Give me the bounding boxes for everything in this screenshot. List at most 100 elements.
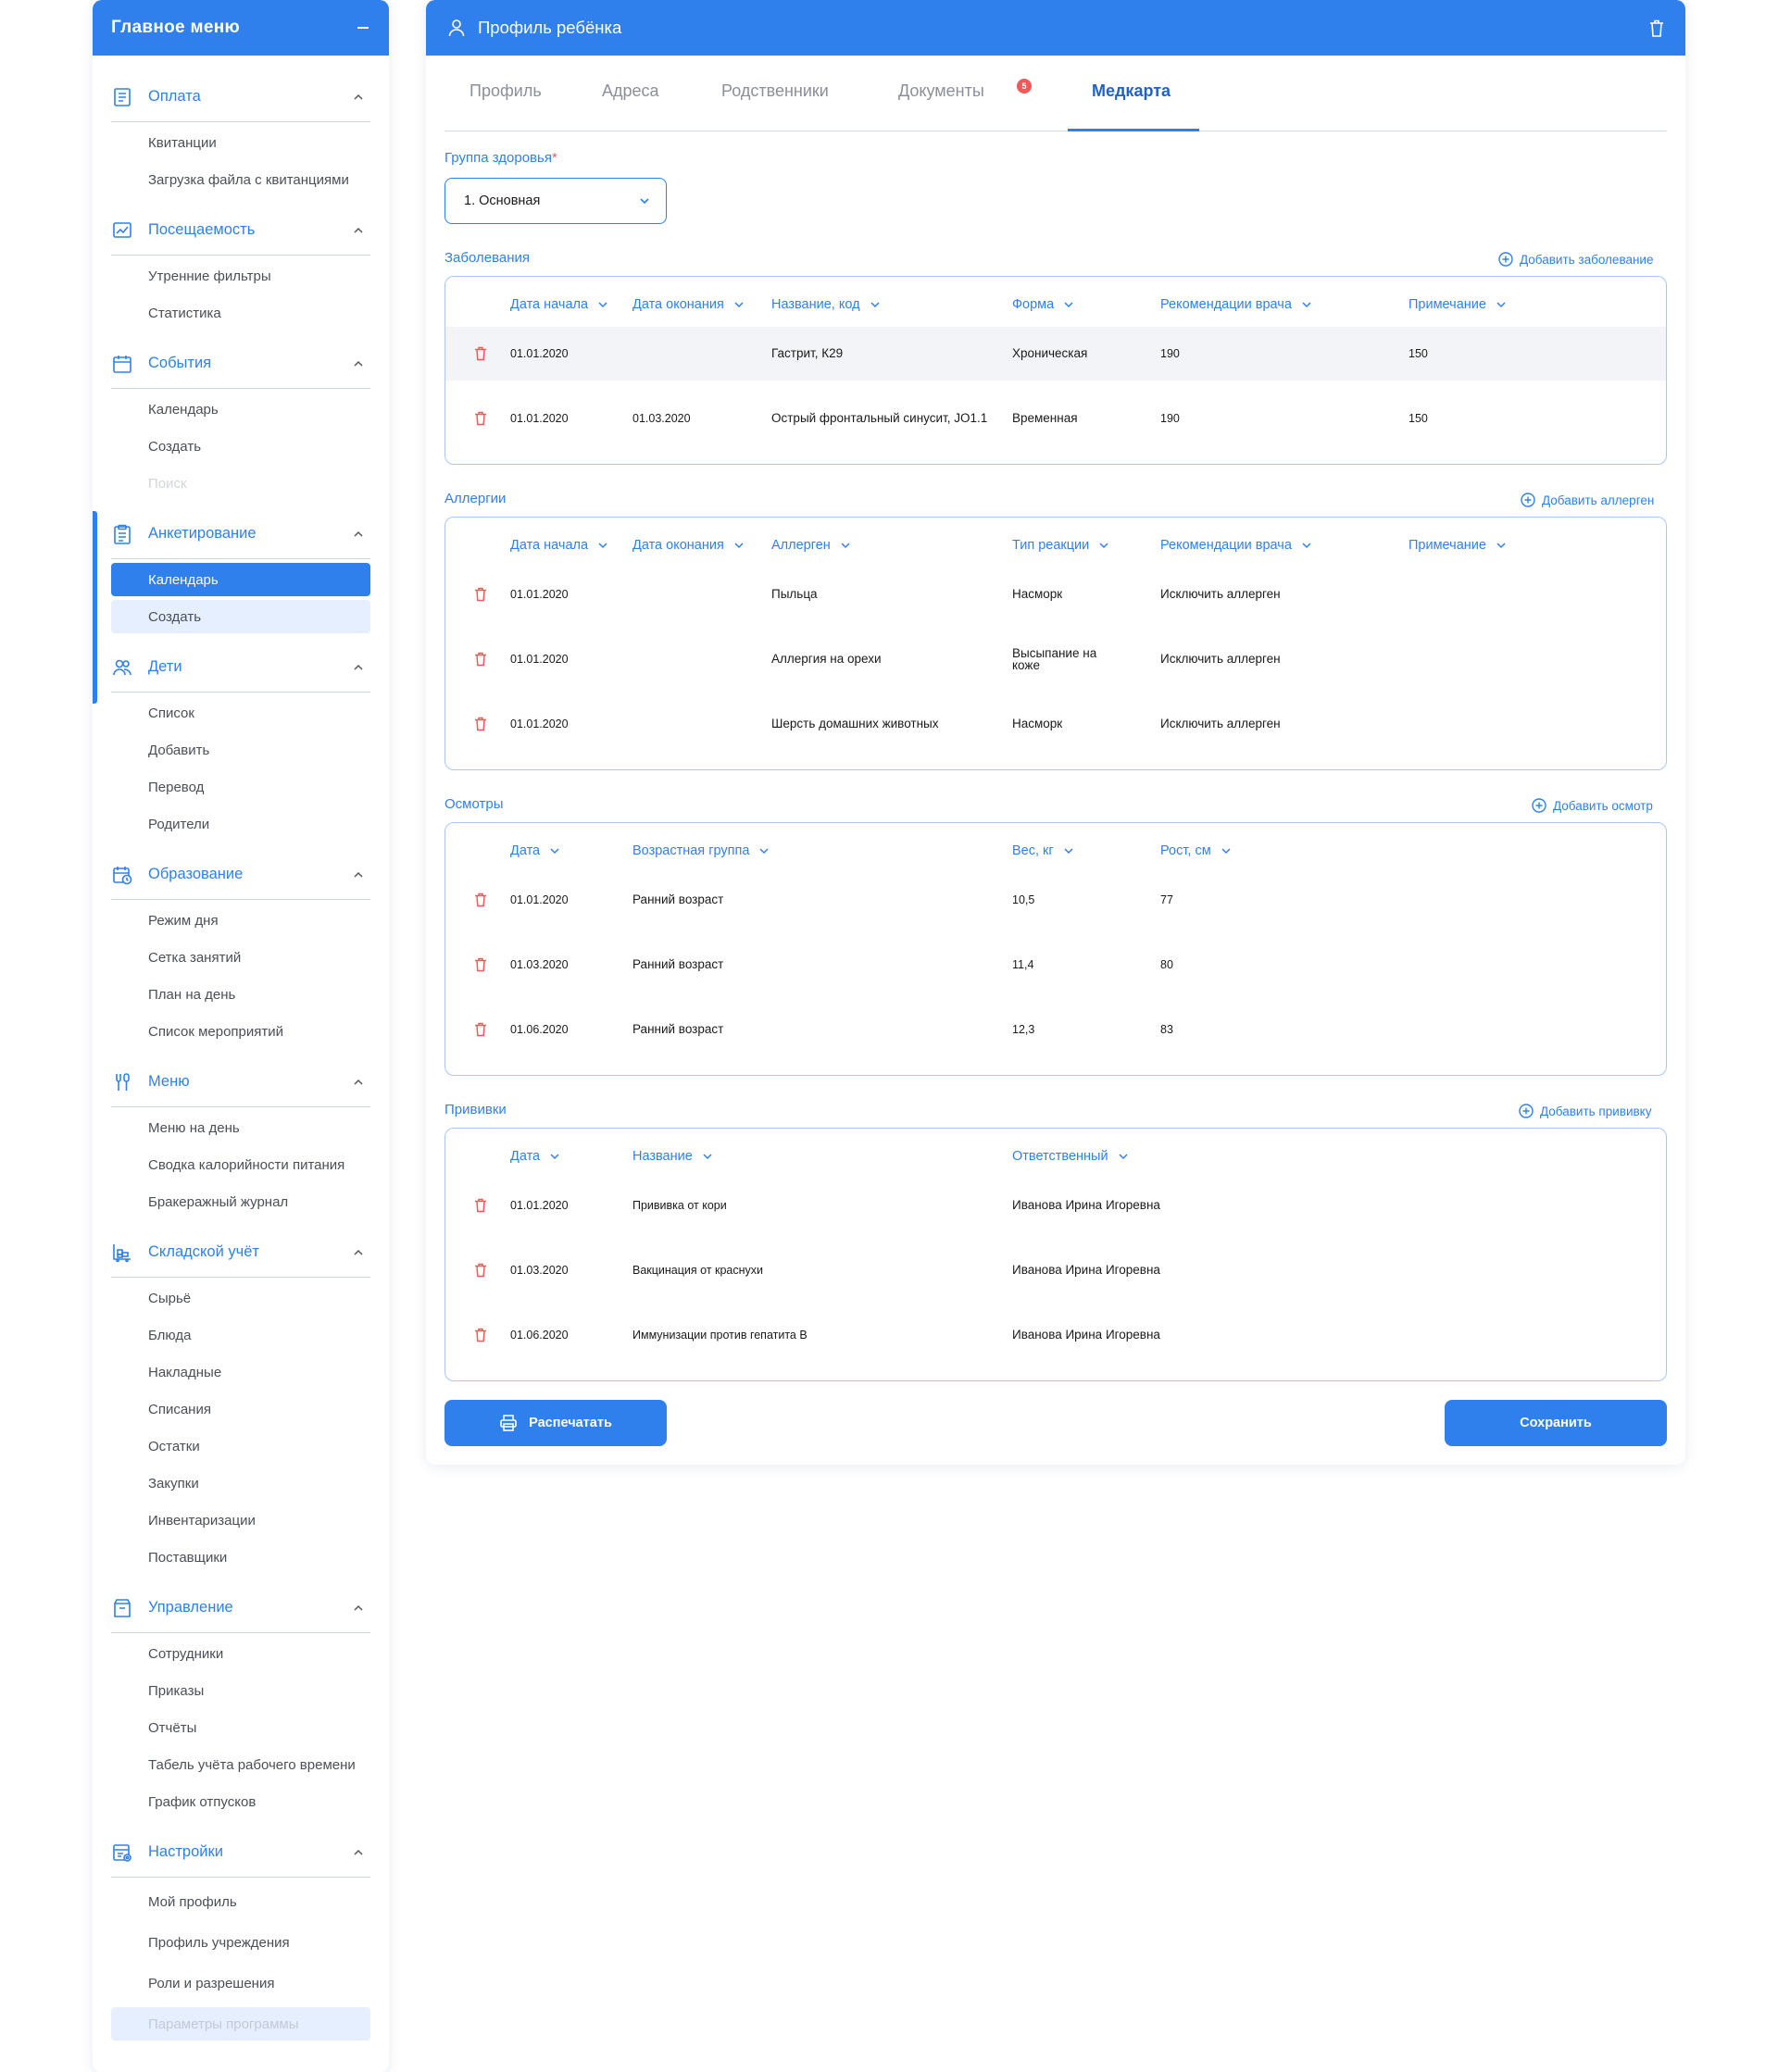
sidebar-item-purchases[interactable]: Закупки (111, 1467, 370, 1500)
column-header[interactable]: Дата начала (510, 297, 608, 312)
sidebar-section-label: Анкетирование (148, 525, 257, 542)
sidebar-item-invoices[interactable]: Накладные (111, 1355, 370, 1389)
add-disease-button[interactable]: Добавить заболевание (1498, 252, 1653, 267)
column-header[interactable]: Аллерген (771, 538, 851, 553)
tab-profile[interactable]: Профиль (470, 81, 542, 101)
delete-icon[interactable] (473, 345, 488, 362)
tab-documents[interactable]: Документы (898, 81, 984, 101)
delete-icon[interactable] (473, 1197, 488, 1214)
cell-age-group: Ранний возраст (632, 956, 724, 971)
delete-icon[interactable] (473, 410, 488, 427)
sidebar-item-timesheet[interactable]: Табель учёта рабочего времени (111, 1748, 370, 1781)
column-header[interactable]: Возрастная группа (632, 843, 770, 858)
cell-vaccine-name: Вакцинация от краснухи (632, 1263, 764, 1277)
tab-relatives[interactable]: Родственники (721, 81, 829, 101)
sidebar-item-daily-routine[interactable]: Режим дня (111, 904, 370, 937)
sidebar-item-rejection-log[interactable]: Бракеражный журнал (111, 1185, 370, 1218)
column-header[interactable]: Название, код (771, 297, 881, 312)
sidebar-item-children-list[interactable]: Список (111, 696, 370, 730)
sidebar-item-children-parents[interactable]: Родители (111, 807, 370, 841)
sidebar-section-menu[interactable]: Меню (111, 1057, 370, 1107)
sidebar-section-attendance[interactable]: Посещаемость (111, 206, 370, 256)
sidebar-item-reports[interactable]: Отчёты (111, 1711, 370, 1744)
sidebar-item-staff[interactable]: Сотрудники (111, 1637, 370, 1670)
sidebar-item-children-transfer[interactable]: Перевод (111, 770, 370, 804)
tab-bar: Профиль Адреса Родственники Документы 5 … (444, 56, 1667, 131)
tab-addresses[interactable]: Адреса (602, 81, 659, 101)
cell-start-date: 01.01.2020 (510, 717, 569, 730)
sidebar-item-dishes[interactable]: Блюда (111, 1318, 370, 1352)
column-header[interactable]: Дата оконания (632, 297, 745, 312)
column-header[interactable]: Рост, см (1160, 843, 1232, 858)
sidebar-item-vacation-schedule[interactable]: График отпусков (111, 1785, 370, 1818)
column-header[interactable]: Примечание (1409, 297, 1507, 312)
collapse-sidebar-button[interactable] (357, 27, 369, 29)
trash-icon[interactable] (1647, 18, 1667, 38)
sidebar-section-warehouse[interactable]: Складской учёт (111, 1228, 370, 1278)
sidebar-section-payment[interactable]: Оплата (111, 72, 370, 122)
delete-icon[interactable] (473, 1327, 488, 1343)
sidebar-item-suppliers[interactable]: Поставщики (111, 1541, 370, 1574)
add-allergen-button[interactable]: Добавить аллерген (1521, 493, 1654, 507)
sidebar-item-my-profile[interactable]: Мой профиль (111, 1885, 370, 1918)
sidebar-item-surveys-create[interactable]: Создать (111, 600, 370, 633)
sidebar-section-events[interactable]: События (111, 339, 370, 389)
sidebar-item-orders[interactable]: Приказы (111, 1674, 370, 1707)
column-header[interactable]: Дата (510, 843, 560, 858)
delete-icon[interactable] (473, 716, 488, 732)
add-exam-button[interactable]: Добавить осмотр (1532, 798, 1653, 813)
column-header[interactable]: Форма (1012, 297, 1074, 312)
sidebar-item-daily-plan[interactable]: План на день (111, 978, 370, 1011)
sidebar-item-class-grid[interactable]: Сетка занятий (111, 941, 370, 974)
sidebar-section-settings[interactable]: Настройки (111, 1828, 370, 1878)
save-button[interactable]: Сохранить (1445, 1400, 1667, 1446)
sidebar-item-upload-receipts[interactable]: Загрузка файла с квитанциями (111, 163, 370, 196)
receipt-icon (111, 86, 133, 108)
print-button[interactable]: Распечатать (444, 1400, 667, 1446)
delete-icon[interactable] (473, 1021, 488, 1038)
health-group-select[interactable]: 1. Основная (444, 178, 667, 224)
delete-icon[interactable] (473, 651, 488, 668)
column-header[interactable]: Вес, кг (1012, 843, 1074, 858)
column-header[interactable]: Название (632, 1149, 713, 1164)
sidebar-section-management[interactable]: Управление (111, 1583, 370, 1633)
delete-icon[interactable] (473, 892, 488, 908)
column-header[interactable]: Дата оконания (632, 538, 745, 553)
sidebar-item-write-offs[interactable]: Списания (111, 1392, 370, 1426)
sidebar-item-raw-materials[interactable]: Сырьё (111, 1281, 370, 1315)
sidebar-item-roles[interactable]: Роли и разрешения (111, 1966, 370, 2000)
sidebar-item-events-calendar[interactable]: Календарь (111, 393, 370, 426)
sidebar-item-events-create[interactable]: Создать (111, 430, 370, 463)
delete-icon[interactable] (473, 586, 488, 603)
sidebar-item-children-add[interactable]: Добавить (111, 733, 370, 767)
column-header[interactable]: Рекомендации врача (1160, 297, 1312, 312)
column-header[interactable]: Тип реакции (1012, 538, 1109, 553)
sidebar-item-morning-filters[interactable]: Утренние фильтры (111, 259, 370, 293)
cell-form: Временная (1012, 410, 1078, 425)
add-vaccine-button[interactable]: Добавить прививку (1519, 1104, 1651, 1118)
sidebar-item-daily-menu[interactable]: Меню на день (111, 1111, 370, 1144)
cell-note: 150 (1409, 346, 1428, 360)
sidebar-item-statistics[interactable]: Статистика (111, 296, 370, 330)
tab-medical-card[interactable]: Медкарта (1092, 81, 1171, 101)
chevron-down-icon (1496, 302, 1506, 308)
sidebar-item-stock[interactable]: Остатки (111, 1429, 370, 1463)
chevron-up-icon (354, 360, 363, 367)
sidebar-section-surveys[interactable]: Анкетирование (111, 509, 370, 559)
cell-start-date: 01.01.2020 (510, 652, 569, 666)
sidebar-item-calorie-summary[interactable]: Сводка калорийности питания (111, 1148, 370, 1181)
column-header[interactable]: Рекомендации врача (1160, 538, 1312, 553)
sidebar-section-children[interactable]: Дети (111, 643, 370, 693)
sidebar-item-surveys-calendar[interactable]: Календарь (111, 563, 370, 596)
sidebar-item-receipts[interactable]: Квитанции (111, 126, 370, 159)
sidebar-section-education[interactable]: Образование (111, 850, 370, 900)
delete-icon[interactable] (473, 956, 488, 973)
sidebar-item-event-list[interactable]: Список мероприятий (111, 1015, 370, 1048)
column-header[interactable]: Примечание (1409, 538, 1507, 553)
sidebar-item-inventory[interactable]: Инвентаризации (111, 1504, 370, 1537)
column-header[interactable]: Дата (510, 1149, 560, 1164)
column-header[interactable]: Дата начала (510, 538, 608, 553)
sidebar-item-institution-profile[interactable]: Профиль учреждения (111, 1926, 370, 1959)
delete-icon[interactable] (473, 1262, 488, 1279)
column-header[interactable]: Ответственный (1012, 1149, 1129, 1164)
